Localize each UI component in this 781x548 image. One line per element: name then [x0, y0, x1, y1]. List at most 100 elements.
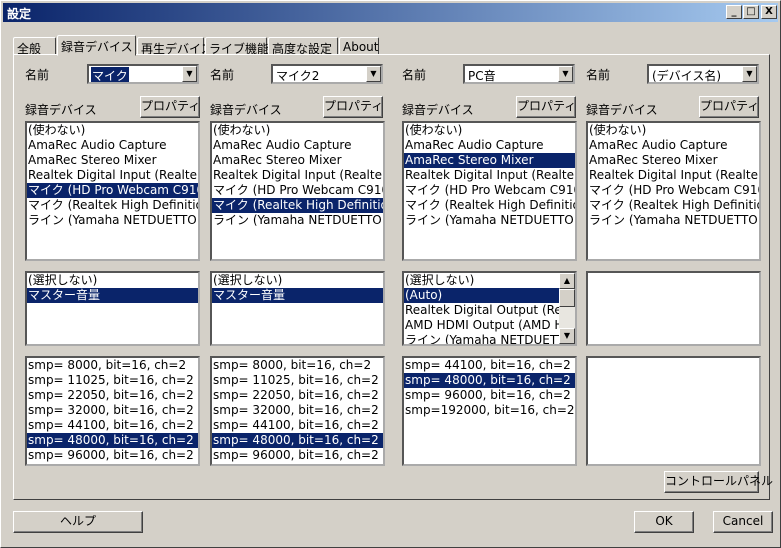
properties-button[interactable]: プロパティ	[699, 96, 759, 118]
format-list-item[interactable]: smp= 48000, bit=16, ch=2	[27, 433, 198, 448]
device-list-item[interactable]: Realtek Digital Input (Realtek	[588, 168, 759, 183]
minimize-button[interactable]: _	[726, 5, 742, 19]
device-list-item[interactable]: AmaRec Audio Capture	[588, 138, 759, 153]
recording-device-label: 録音デバイス	[402, 103, 474, 117]
device-list-item[interactable]: ライン (Yamaha NETDUETTO Dr	[212, 213, 383, 228]
device-name-combo[interactable]: PC音 ▼	[463, 64, 575, 84]
input-source-item[interactable]: マスター音量	[212, 288, 383, 303]
device-list-item[interactable]: マイク (Realtek High Definition A	[404, 198, 575, 213]
device-name-combo[interactable]: マイク ▼	[87, 64, 199, 84]
device-list-item[interactable]: マイク (HD Pro Webcam C910)	[404, 183, 575, 198]
format-list-item[interactable]: smp= 44100, bit=16, ch=2	[404, 358, 575, 373]
format-list-item[interactable]: smp=192000, bit=16, ch=2	[404, 403, 575, 418]
tab-playback-devices[interactable]: 再生デバイス	[137, 37, 213, 56]
device-list-item[interactable]: ライン (Yamaha NETDUETTO Dr	[404, 213, 575, 228]
tab-general[interactable]: 全般	[13, 37, 56, 56]
format-list-item[interactable]: smp= 11025, bit=16, ch=2	[27, 373, 198, 388]
device-name-combo[interactable]: (デバイス名) ▼	[647, 64, 759, 84]
input-source-item[interactable]: ライン (Yamaha NETDUETTO	[404, 333, 559, 344]
input-source-item[interactable]: Realtek Digital Output (Realt	[404, 303, 559, 318]
input-source-item[interactable]: (Auto)	[404, 288, 559, 303]
chevron-down-icon[interactable]: ▼	[742, 66, 757, 82]
format-list-item[interactable]: smp= 96000, bit=16, ch=2	[212, 448, 383, 463]
format-list-item[interactable]: smp= 32000, bit=16, ch=2	[27, 403, 198, 418]
device-list-item[interactable]: Realtek Digital Input (Realtek	[212, 168, 383, 183]
device-list[interactable]: (使わない) AmaRec Audio Capture AmaRec Stereo …	[25, 121, 200, 261]
chevron-down-icon[interactable]: ▼	[558, 66, 573, 82]
device-list-item[interactable]: Realtek Digital Input (Realtek	[27, 168, 198, 183]
device-list-item[interactable]: マイク (HD Pro Webcam C910)	[212, 183, 383, 198]
device-name-value: マイク2	[276, 69, 320, 83]
device-list-item[interactable]: AmaRec Stereo Mixer	[404, 153, 575, 168]
properties-button[interactable]: プロパティ	[323, 96, 383, 118]
device-list-item[interactable]: (使わない)	[27, 123, 198, 138]
vertical-scrollbar[interactable]: ▲ ▼	[559, 273, 575, 344]
format-list-item[interactable]: smp= 96000, bit=16, ch=2	[404, 388, 575, 403]
input-source-list[interactable]: (選択しない)(Auto)Realtek Digital Output (Rea…	[402, 271, 577, 346]
device-list-item[interactable]: AmaRec Audio Capture	[404, 138, 575, 153]
format-list-item[interactable]: smp= 22050, bit=16, ch=2	[27, 388, 198, 403]
input-source-list[interactable]	[586, 271, 761, 346]
device-list-item[interactable]: ライン (Yamaha NETDUETTO Dr	[27, 213, 198, 228]
ok-button[interactable]: OK	[634, 511, 694, 533]
format-list-item[interactable]: smp= 44100, bit=16, ch=2	[212, 418, 383, 433]
scroll-thumb[interactable]	[559, 289, 575, 307]
format-list[interactable]: smp= 8000, bit=16, ch=2 smp= 11025, bit=1…	[25, 356, 200, 466]
properties-button[interactable]: プロパティ	[516, 96, 576, 118]
format-list[interactable]	[586, 356, 761, 466]
input-source-list[interactable]: (選択しない) マスター音量	[25, 271, 200, 346]
device-list-item[interactable]: (使わない)	[588, 123, 759, 138]
device-list-item[interactable]: Realtek Digital Input (Realtek	[404, 168, 575, 183]
scroll-up-icon[interactable]: ▲	[559, 273, 575, 289]
format-list-item[interactable]: smp= 96000, bit=16, ch=2	[27, 448, 198, 463]
device-list[interactable]: (使わない) AmaRec Audio Capture AmaRec Stereo …	[586, 121, 761, 261]
close-button[interactable]: X	[761, 5, 777, 19]
format-list-item[interactable]: smp= 8000, bit=16, ch=2	[212, 358, 383, 373]
help-button[interactable]: ヘルプ	[13, 511, 143, 533]
recording-device-label: 録音デバイス	[25, 103, 97, 117]
chevron-down-icon[interactable]: ▼	[366, 66, 381, 82]
device-list-item[interactable]: AmaRec Stereo Mixer	[27, 153, 198, 168]
format-list-item[interactable]: smp= 8000, bit=16, ch=2	[27, 358, 198, 373]
device-list[interactable]: (使わない) AmaRec Audio Capture AmaRec Stereo …	[210, 121, 385, 261]
device-list-item[interactable]: マイク (Realtek High Definition A	[27, 198, 198, 213]
device-list-item[interactable]: AmaRec Audio Capture	[27, 138, 198, 153]
input-source-item[interactable]: (選択しない)	[212, 273, 383, 288]
format-list-item[interactable]: smp= 48000, bit=16, ch=2	[404, 373, 575, 388]
device-list-item[interactable]: AmaRec Audio Capture	[212, 138, 383, 153]
device-list[interactable]: (使わない) AmaRec Audio Capture AmaRec Stereo …	[402, 121, 577, 261]
format-list[interactable]: smp= 8000, bit=16, ch=2 smp= 11025, bit=1…	[210, 356, 385, 466]
device-list-item[interactable]: AmaRec Stereo Mixer	[212, 153, 383, 168]
format-list-item[interactable]: smp= 22050, bit=16, ch=2	[212, 388, 383, 403]
device-list-item[interactable]: ライン (Yamaha NETDUETTO Dr	[588, 213, 759, 228]
device-list-item[interactable]: マイク (Realtek High Definition A	[588, 198, 759, 213]
input-source-item[interactable]: マスター音量	[27, 288, 198, 303]
tab-about[interactable]: About	[339, 37, 379, 55]
input-source-list[interactable]: (選択しない) マスター音量	[210, 271, 385, 346]
tab-recording-devices[interactable]: 録音デバイス	[57, 35, 136, 56]
device-list-item[interactable]: マイク (HD Pro Webcam C910)	[588, 183, 759, 198]
maximize-button[interactable]: □	[743, 5, 759, 19]
chevron-down-icon[interactable]: ▼	[182, 66, 197, 82]
format-list-item[interactable]: smp= 11025, bit=16, ch=2	[212, 373, 383, 388]
scroll-down-icon[interactable]: ▼	[559, 328, 575, 344]
title-bar[interactable]: 設定 _ □ X	[3, 3, 778, 22]
input-source-item[interactable]: (選択しない)	[404, 273, 559, 288]
format-list-item[interactable]: smp= 48000, bit=16, ch=2	[212, 433, 383, 448]
tab-advanced-settings[interactable]: 高度な設定	[268, 37, 338, 56]
device-name-combo[interactable]: マイク2 ▼	[271, 64, 383, 84]
device-list-item[interactable]: (使わない)	[212, 123, 383, 138]
cancel-button[interactable]: Cancel	[713, 511, 773, 533]
format-list-item[interactable]: smp= 32000, bit=16, ch=2	[212, 403, 383, 418]
device-list-item[interactable]: マイク (Realtek High Definition A	[212, 198, 383, 213]
device-list-item[interactable]: マイク (HD Pro Webcam C910)	[27, 183, 198, 198]
format-list[interactable]: smp= 44100, bit=16, ch=2 smp= 48000, bit=…	[402, 356, 577, 466]
device-list-item[interactable]: AmaRec Stereo Mixer	[588, 153, 759, 168]
tab-live-features[interactable]: ライブ機能	[205, 37, 269, 56]
device-list-item[interactable]: (使わない)	[404, 123, 575, 138]
properties-button[interactable]: プロパティ	[140, 96, 200, 118]
input-source-item[interactable]: (選択しない)	[27, 273, 198, 288]
input-source-item[interactable]: AMD HDMI Output (AMD Hig	[404, 318, 559, 333]
format-list-item[interactable]: smp= 44100, bit=16, ch=2	[27, 418, 198, 433]
control-panel-button[interactable]: コントロールパネル	[664, 471, 773, 493]
